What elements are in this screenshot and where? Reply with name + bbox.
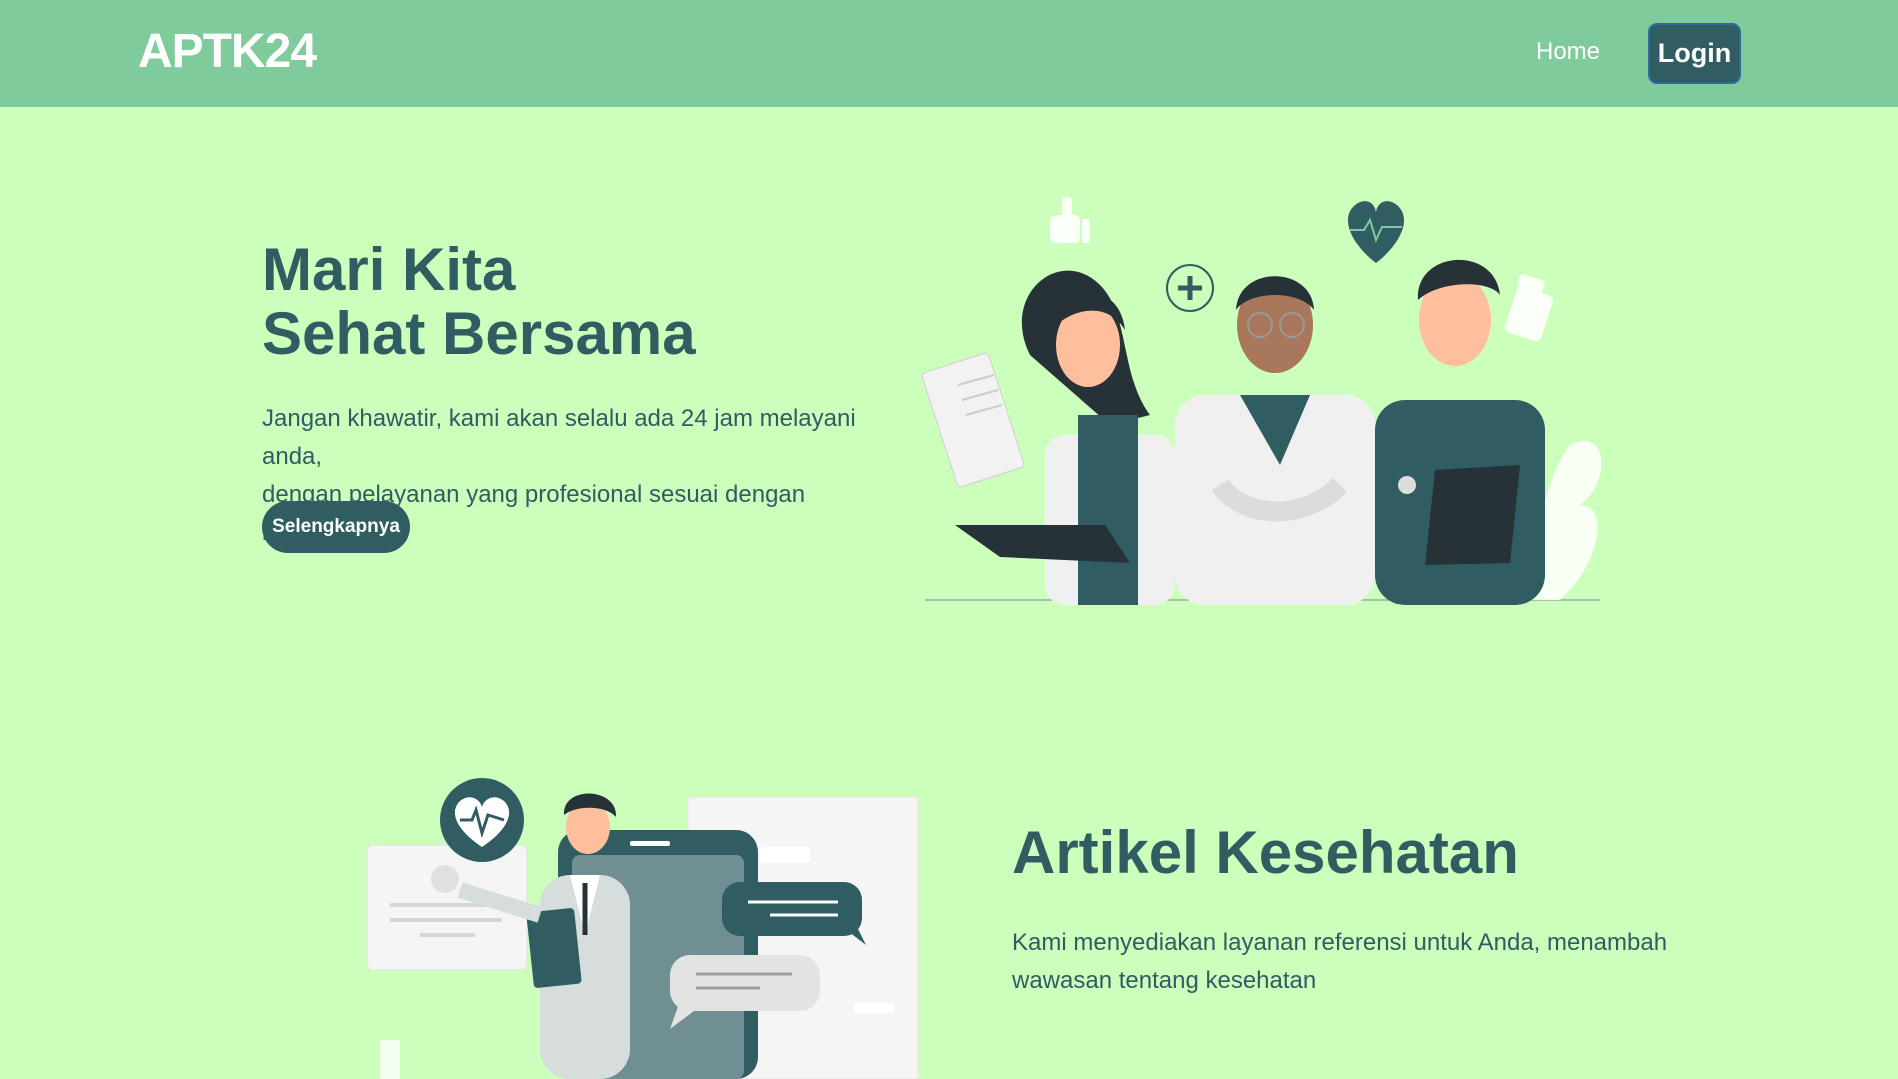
doctor-phone-illustration [366, 778, 919, 1079]
article-description-line2: wawasan tentang kesehatan [1012, 967, 1317, 994]
doctor-man-center-figure [1175, 276, 1375, 605]
hero-description-line1: Jangan khawatir, kami akan selalu ada 24… [262, 405, 856, 470]
heart-rate-icon [440, 778, 524, 862]
login-button[interactable]: Login [1648, 23, 1741, 84]
hero-title-line2: Sehat Bersama [262, 300, 696, 367]
article-title: Artikel Kesehatan [1012, 819, 1519, 886]
brand-logo[interactable]: APTK24 [138, 24, 317, 79]
plus-icon [1166, 264, 1214, 312]
thumbs-up-icon [1050, 197, 1090, 243]
pill-bottle-icon [1505, 274, 1553, 342]
chat-bubble-icon [722, 882, 866, 945]
heart-icon [1347, 201, 1405, 263]
article-description: Kami menyediakan layanan referensi untuk… [1012, 924, 1712, 1000]
clipboard-icon [921, 352, 1025, 488]
article-description-line1: Kami menyediakan layanan referensi untuk… [1012, 929, 1668, 956]
hero-title: Mari Kita Sehat Bersama [262, 238, 696, 366]
navbar: APTK24 Home Login [0, 0, 1898, 107]
doctors-team-illustration [921, 197, 1602, 605]
learn-more-button[interactable]: Selengkapnya [262, 501, 410, 553]
nav-link-home[interactable]: Home [1536, 38, 1600, 66]
hero-title-line1: Mari Kita [262, 236, 516, 303]
